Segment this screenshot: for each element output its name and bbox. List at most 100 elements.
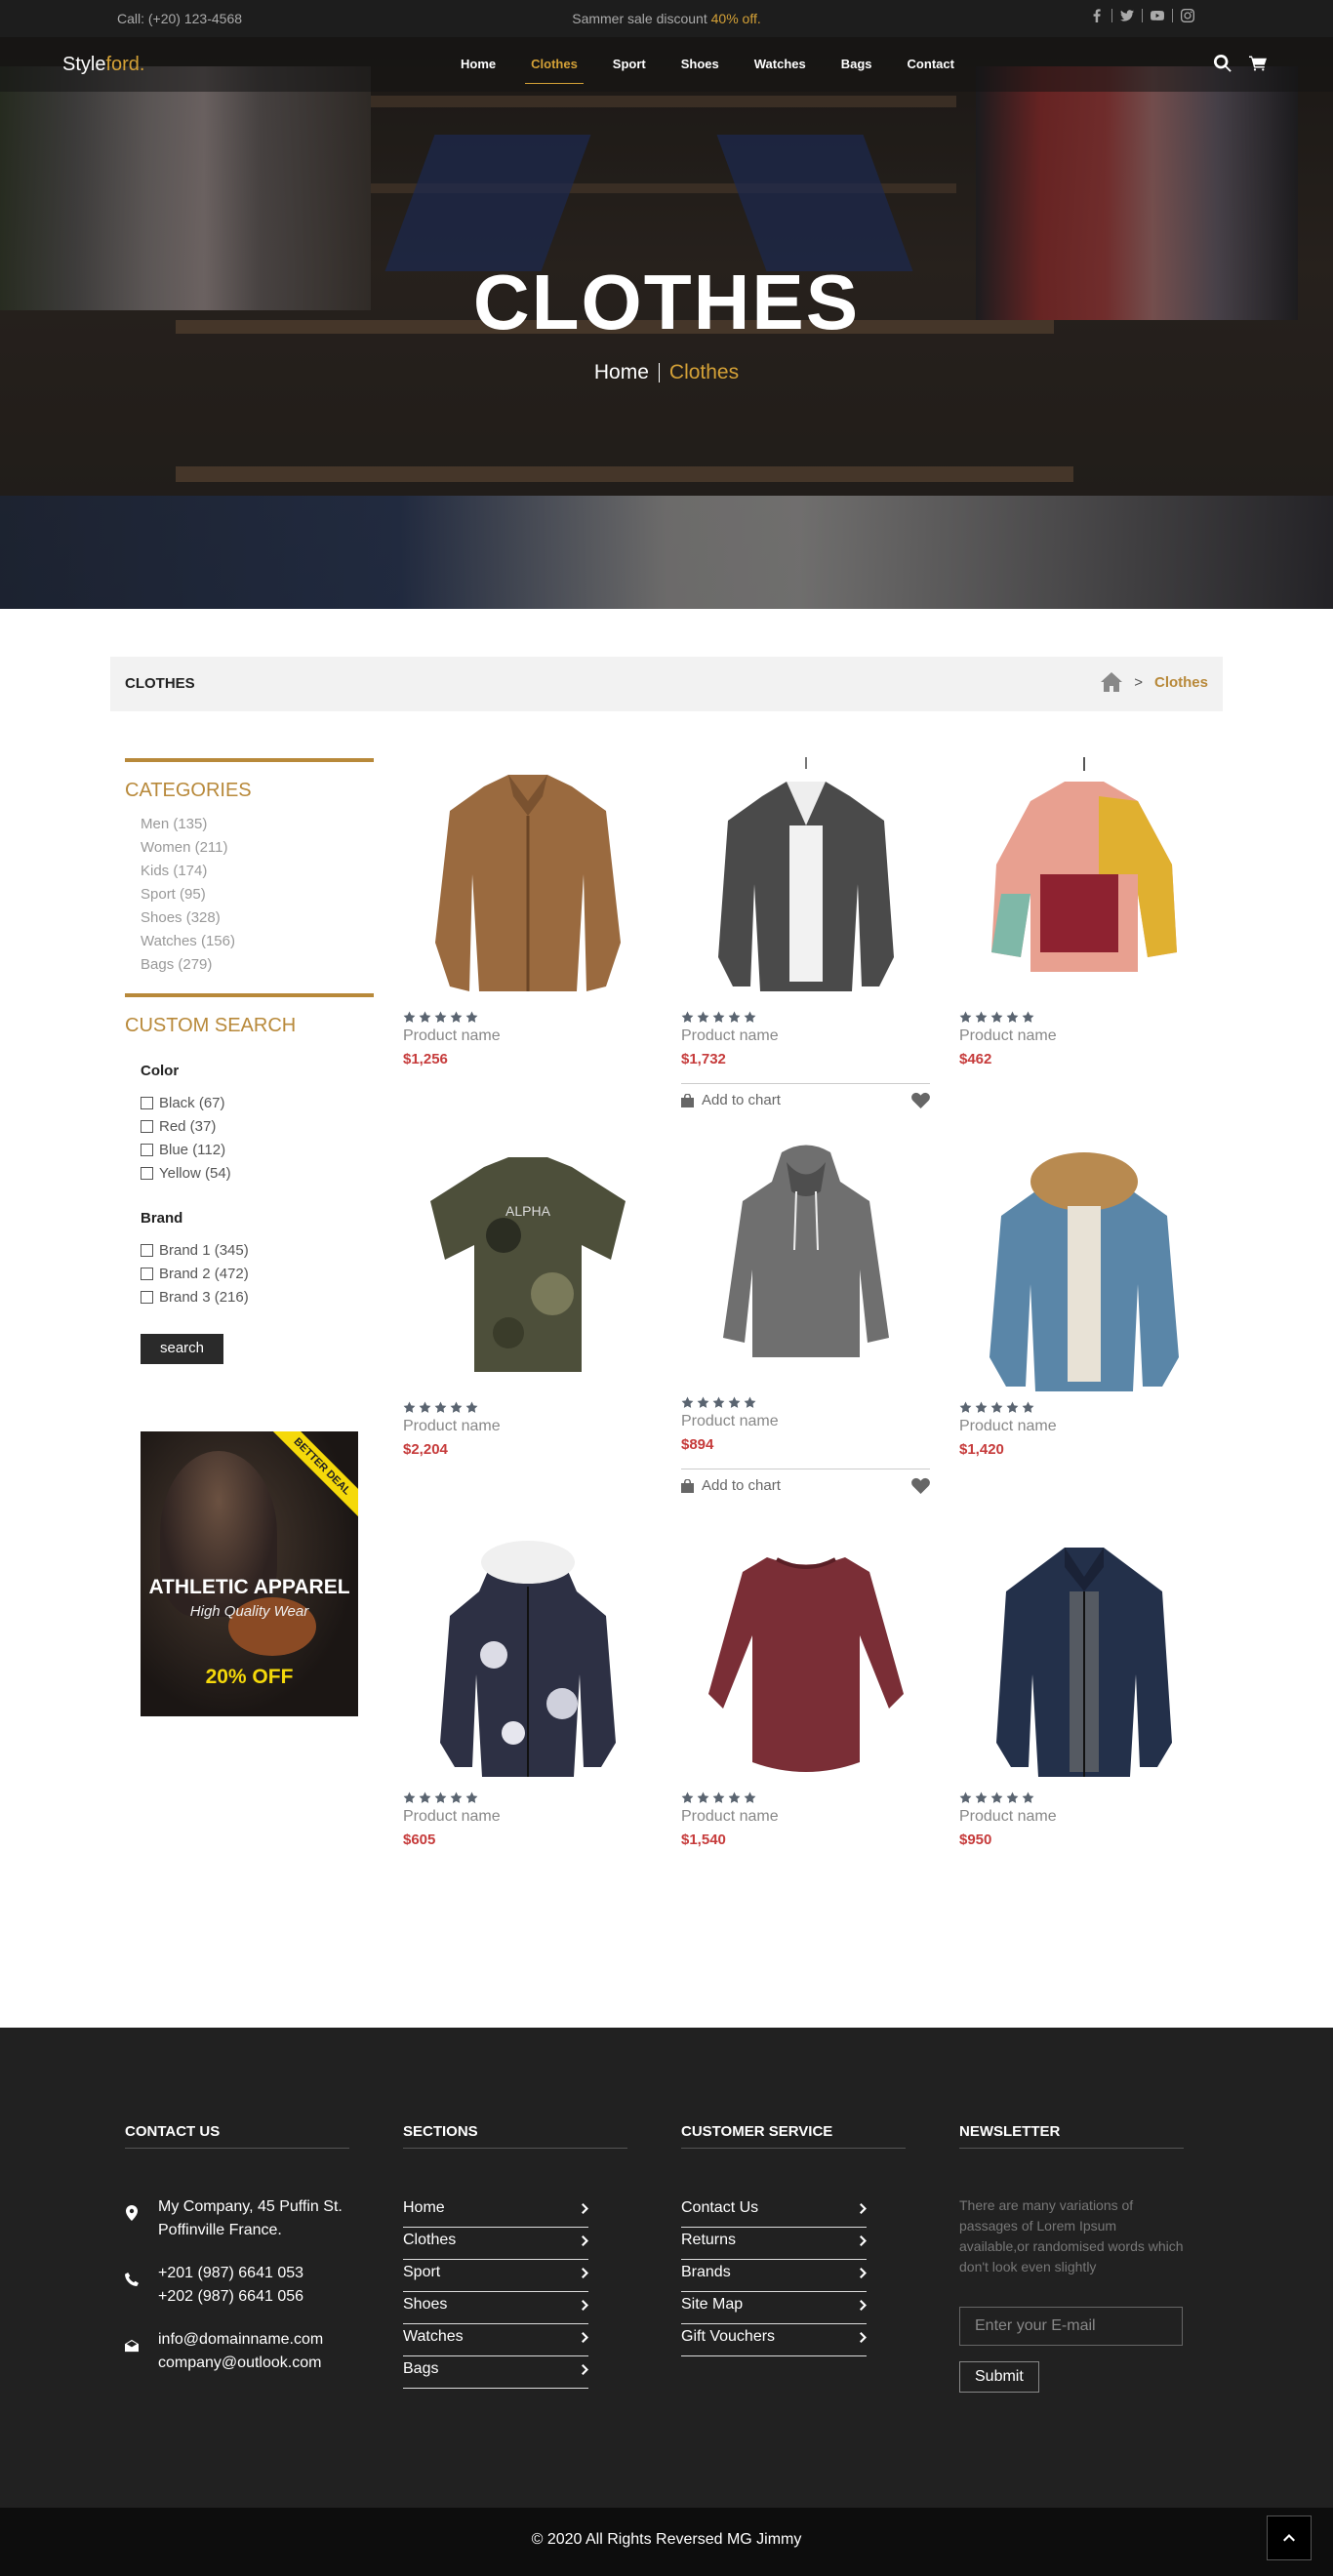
newsletter-submit-button[interactable]: Submit	[959, 2361, 1039, 2393]
checkbox[interactable]	[141, 1290, 153, 1304]
product-image-fur-denim-jacket[interactable]	[959, 1144, 1208, 1395]
home-icon[interactable]	[1101, 672, 1123, 692]
category-item[interactable]: Watches (156)	[141, 933, 374, 956]
nav-clothes[interactable]: Clothes	[525, 57, 584, 84]
brand-filter: Brand 1 (345) Brand 2 (472) Brand 3 (216…	[125, 1238, 374, 1308]
brand-option[interactable]: Brand 1 (345)	[141, 1238, 374, 1262]
footer-section-link[interactable]: Shoes	[403, 2292, 588, 2324]
product-card[interactable]: Product name $1,732 Add to chart	[681, 753, 930, 1112]
checkbox[interactable]	[141, 1119, 153, 1133]
youtube-icon[interactable]	[1151, 9, 1164, 22]
footer-service-link[interactable]: Site Map	[681, 2292, 867, 2324]
product-card[interactable]: ALPHA Product name $2,204	[403, 1144, 652, 1458]
checkbox[interactable]	[141, 1143, 153, 1156]
product-image-grey-hoodie[interactable]	[681, 1139, 930, 1390]
site-logo[interactable]: Styleford.	[62, 54, 145, 76]
star-icon	[1022, 1401, 1034, 1414]
product-image-camo-tshirt[interactable]: ALPHA	[403, 1144, 652, 1395]
twitter-icon[interactable]	[1120, 9, 1134, 22]
product-name[interactable]: Product name	[403, 1027, 652, 1045]
product-card[interactable]: Product name $605	[403, 1534, 652, 1848]
heart-icon[interactable]	[911, 1092, 930, 1108]
footer-service-link[interactable]: Gift Vouchers	[681, 2324, 867, 2356]
footer-section-link[interactable]: Sport	[403, 2260, 588, 2292]
nav-bags[interactable]: Bags	[841, 57, 872, 71]
brand-option[interactable]: Brand 3 (216)	[141, 1285, 374, 1308]
nav-sport[interactable]: Sport	[613, 57, 646, 71]
product-card[interactable]: Product name $1,540	[681, 1534, 930, 1848]
instagram-icon[interactable]	[1181, 9, 1194, 22]
product-card[interactable]: Product name $950	[959, 1534, 1208, 1848]
product-image-brown-jacket[interactable]	[403, 753, 652, 1005]
nav-home[interactable]: Home	[461, 57, 496, 71]
footer-contact: CONTACT US My Company, 45 Puffin St. Poff…	[125, 2123, 349, 2375]
product-card[interactable]: Product name $462	[959, 753, 1208, 1067]
star-icon	[728, 1396, 741, 1409]
category-item[interactable]: Kids (174)	[141, 863, 374, 886]
category-item[interactable]: Men (135)	[141, 816, 374, 839]
promo-ad-banner[interactable]: BETTER DEAL ATHLETIC APPAREL High Qualit…	[141, 1431, 358, 1716]
scroll-to-top-button[interactable]	[1267, 2516, 1312, 2560]
search-button[interactable]: search	[141, 1334, 224, 1364]
product-image-hoodie-colorblock[interactable]	[959, 753, 1208, 1005]
chevron-right-icon	[860, 2203, 867, 2214]
color-option[interactable]: Yellow (54)	[141, 1161, 374, 1185]
category-item[interactable]: Sport (95)	[141, 886, 374, 909]
cart-icon[interactable]	[1249, 55, 1267, 72]
category-item[interactable]: Bags (279)	[141, 956, 374, 980]
product-image-camo-parka[interactable]	[403, 1534, 652, 1786]
checkbox[interactable]	[141, 1243, 153, 1257]
product-rating	[959, 1401, 1208, 1414]
product-image-denim-jacket[interactable]	[681, 753, 930, 1005]
search-icon[interactable]	[1214, 55, 1232, 72]
product-card[interactable]: Product name $1,420	[959, 1144, 1208, 1458]
product-image-maroon-longsleeve[interactable]	[681, 1534, 930, 1786]
color-option[interactable]: Black (67)	[141, 1091, 374, 1114]
checkbox[interactable]	[141, 1096, 153, 1109]
nav-watches[interactable]: Watches	[754, 57, 806, 71]
product-name[interactable]: Product name	[403, 1808, 652, 1826]
nav-shoes[interactable]: Shoes	[681, 57, 719, 71]
page-title: CLOTHES	[125, 675, 195, 692]
product-name[interactable]: Product name	[403, 1418, 652, 1435]
star-icon	[697, 1396, 709, 1409]
brand-option[interactable]: Brand 2 (472)	[141, 1262, 374, 1285]
product-name[interactable]: Product name	[959, 1027, 1208, 1045]
footer-section-link[interactable]: Home	[403, 2195, 588, 2228]
footer-section-link[interactable]: Clothes	[403, 2228, 588, 2260]
product-card[interactable]: Product name $894 Add to chart	[681, 1139, 930, 1498]
footer-section-link[interactable]: Watches	[403, 2324, 588, 2356]
category-item[interactable]: Shoes (328)	[141, 909, 374, 933]
footer-service-link[interactable]: Returns	[681, 2228, 867, 2260]
product-name[interactable]: Product name	[681, 1808, 930, 1826]
star-icon	[1006, 1401, 1019, 1414]
newsletter-email-input[interactable]	[959, 2307, 1183, 2346]
product-image-navy-puffer[interactable]	[959, 1534, 1208, 1786]
product-name[interactable]: Product name	[681, 1413, 930, 1430]
add-to-cart-button[interactable]: Add to chart	[681, 1092, 781, 1108]
star-icon	[419, 1011, 431, 1024]
category-item[interactable]: Women (211)	[141, 839, 374, 863]
add-to-cart-button[interactable]: Add to chart	[681, 1477, 781, 1494]
facebook-icon[interactable]	[1090, 9, 1104, 22]
product-card[interactable]: Product name $1,256	[403, 753, 652, 1067]
footer-service-link[interactable]: Contact Us	[681, 2195, 867, 2228]
heart-icon[interactable]	[911, 1477, 930, 1494]
color-option[interactable]: Red (37)	[141, 1114, 374, 1138]
checkbox[interactable]	[141, 1267, 153, 1280]
checkbox[interactable]	[141, 1166, 153, 1180]
chevron-up-icon	[1283, 2534, 1295, 2542]
hero-breadcrumb-home[interactable]: Home	[594, 361, 649, 383]
product-name[interactable]: Product name	[681, 1027, 930, 1045]
footer-service-link[interactable]: Brands	[681, 2260, 867, 2292]
star-icon	[419, 1401, 431, 1414]
sections-links: Home Clothes Sport Shoes Watches Bags	[403, 2195, 588, 2389]
product-name[interactable]: Product name	[959, 1808, 1208, 1826]
product-actions: Add to chart	[681, 1083, 930, 1112]
star-icon	[712, 1396, 725, 1409]
nav-contact[interactable]: Contact	[908, 57, 954, 71]
footer-section-link[interactable]: Bags	[403, 2356, 588, 2389]
product-name[interactable]: Product name	[959, 1418, 1208, 1435]
color-option[interactable]: Blue (112)	[141, 1138, 374, 1161]
breadcrumb: > Clothes	[1101, 672, 1208, 692]
